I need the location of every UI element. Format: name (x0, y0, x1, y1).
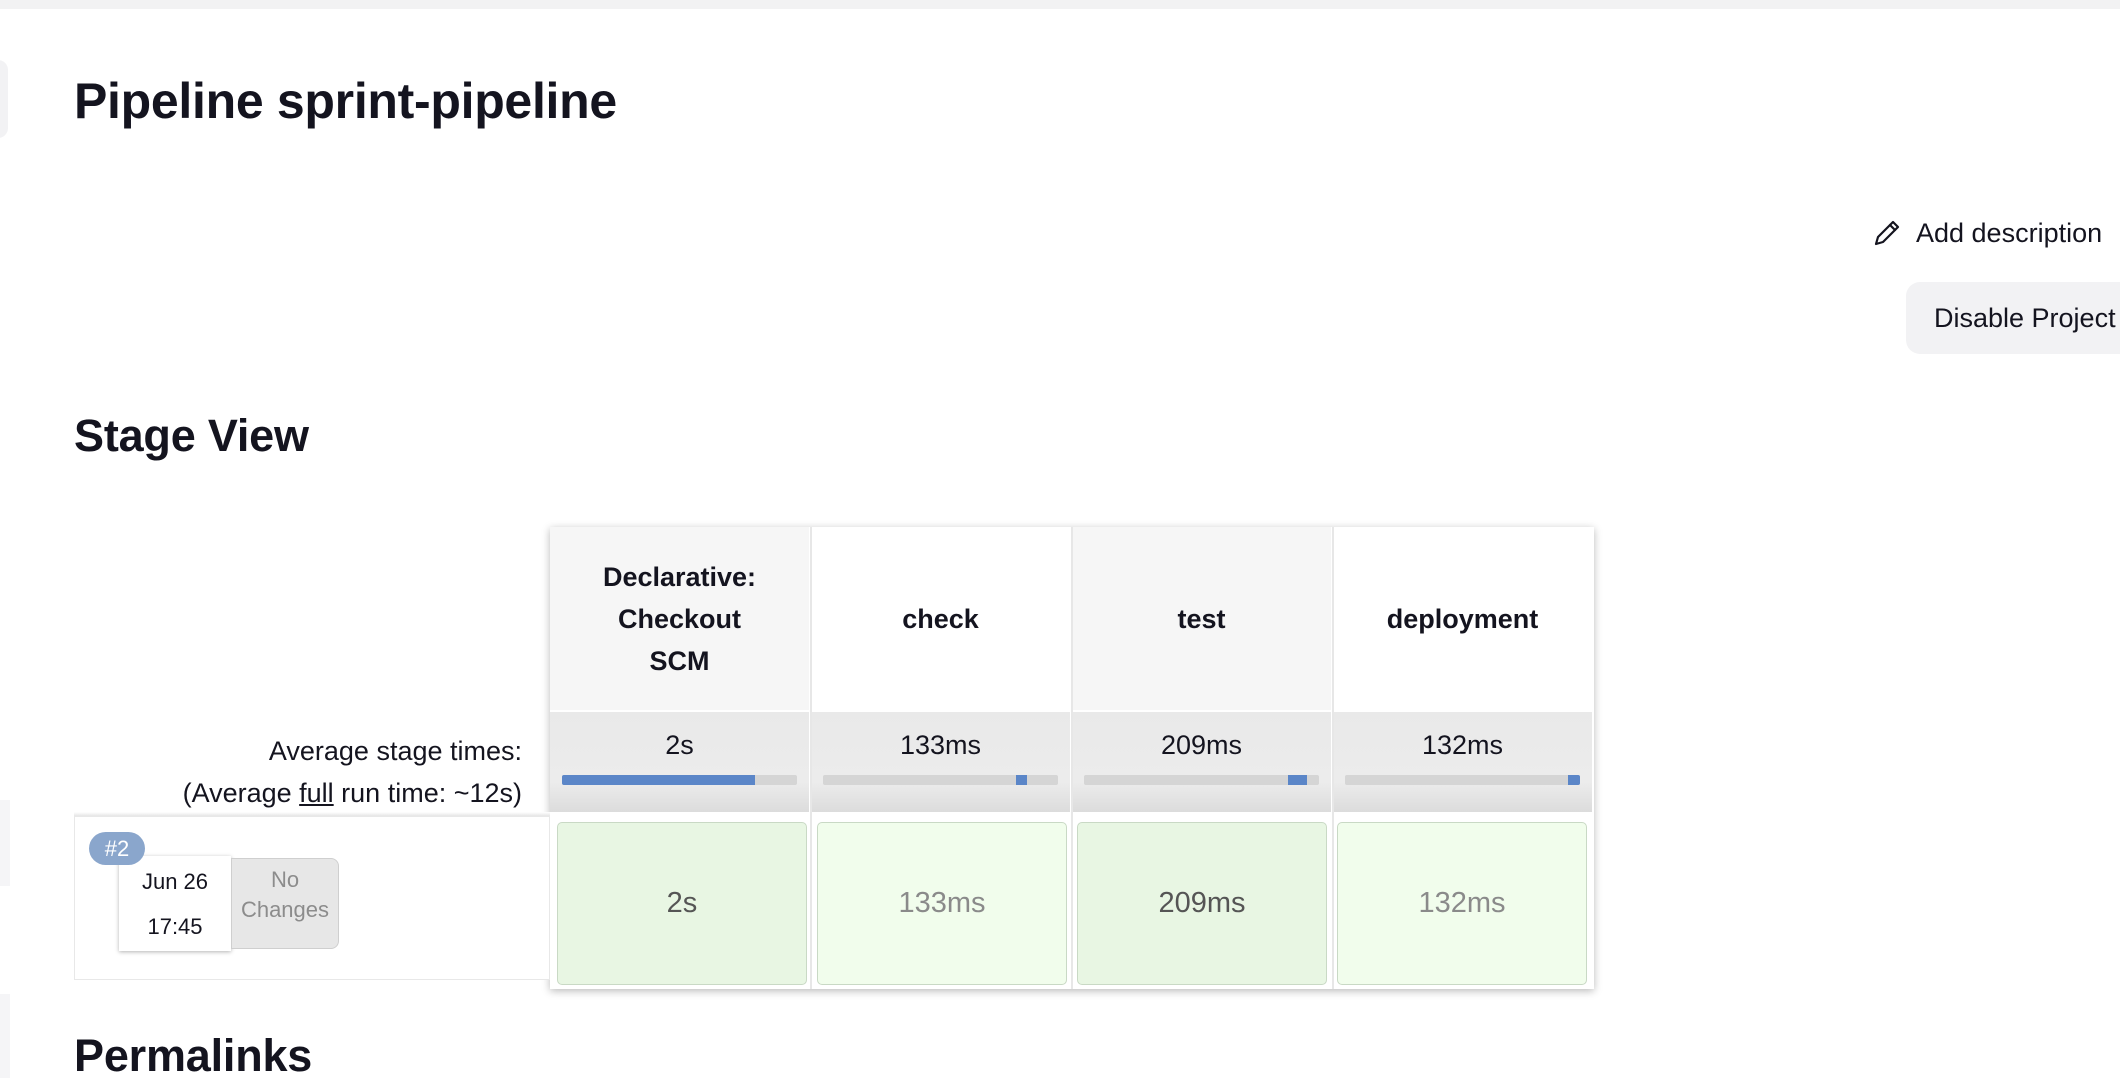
stage-header: Declarative: Checkout SCM (550, 527, 809, 710)
full-run-link[interactable]: full (299, 778, 334, 808)
average-run-prefix: (Average (182, 778, 300, 808)
stage-progress-fill (562, 775, 755, 785)
column-divider (810, 527, 812, 989)
stage-header: check (811, 527, 1070, 710)
stage-average-time: 133ms (899, 730, 982, 760)
run-changes: No Changes (231, 858, 339, 949)
stage-average: 133ms (811, 712, 1070, 812)
stage-progress-fill (1015, 775, 1028, 785)
run-date-time: 17:45 (147, 914, 203, 939)
sidebar-edge-marker (0, 994, 10, 1078)
stage-header: deployment (1333, 527, 1592, 710)
stage-run-cell[interactable]: 209ms (1077, 822, 1327, 985)
run-date-day: Jun 26 (141, 869, 209, 894)
stage-average-time: 209ms (1160, 730, 1243, 760)
stage-header-label: check (902, 603, 979, 634)
stage-header-label: Declarative: Checkout SCM (602, 561, 757, 676)
stage-run-cell[interactable]: 132ms (1337, 822, 1587, 985)
stage-progress-bar (823, 775, 1058, 785)
stage-header-label: test (1177, 603, 1226, 634)
stage-progress-bar (562, 775, 797, 785)
stage-average-time: 2s (665, 730, 694, 760)
permalinks-title: Permalinks (74, 1030, 313, 1081)
sidebar-edge-pill (0, 60, 8, 138)
disable-project-button[interactable]: Disable Project (1906, 282, 2120, 354)
stage-average-time: 132ms (1421, 730, 1504, 760)
stage-run-cell[interactable]: 2s (557, 822, 807, 985)
stage-header-label: deployment (1386, 603, 1539, 634)
column-divider (1332, 527, 1334, 989)
pencil-icon (1872, 218, 1902, 248)
stage-average: 209ms (1072, 712, 1331, 812)
add-description-label: Add description (1916, 217, 2103, 248)
run-date[interactable]: Jun 26 17:45 (119, 856, 231, 951)
stage-progress-bar (1084, 775, 1319, 785)
page-title: Pipeline sprint-pipeline (74, 73, 617, 129)
run-number-badge[interactable]: #2 (89, 832, 145, 865)
average-stage-times-label: Average stage times: (Average full run t… (183, 730, 522, 814)
sidebar-edge-marker (0, 800, 10, 886)
stage-header: test (1072, 527, 1331, 710)
average-full-run-time: (Average full run time: ~12s) (183, 772, 522, 814)
average-run-suffix: run time: ~12s) (333, 778, 522, 808)
average-stage-times-text: Average stage times: (268, 736, 522, 766)
top-bar (0, 0, 2120, 9)
stage-progress-fill (1288, 775, 1308, 785)
add-description-link[interactable]: Add description (1872, 210, 2102, 256)
stage-run-cell[interactable]: 133ms (817, 822, 1067, 985)
column-divider (1071, 527, 1073, 989)
stage-average: 2s (550, 712, 809, 812)
stage-view-title: Stage View (74, 410, 309, 461)
stage-progress-bar (1345, 775, 1580, 785)
stage-progress-fill (1568, 775, 1580, 785)
stage-average: 132ms (1333, 712, 1592, 812)
